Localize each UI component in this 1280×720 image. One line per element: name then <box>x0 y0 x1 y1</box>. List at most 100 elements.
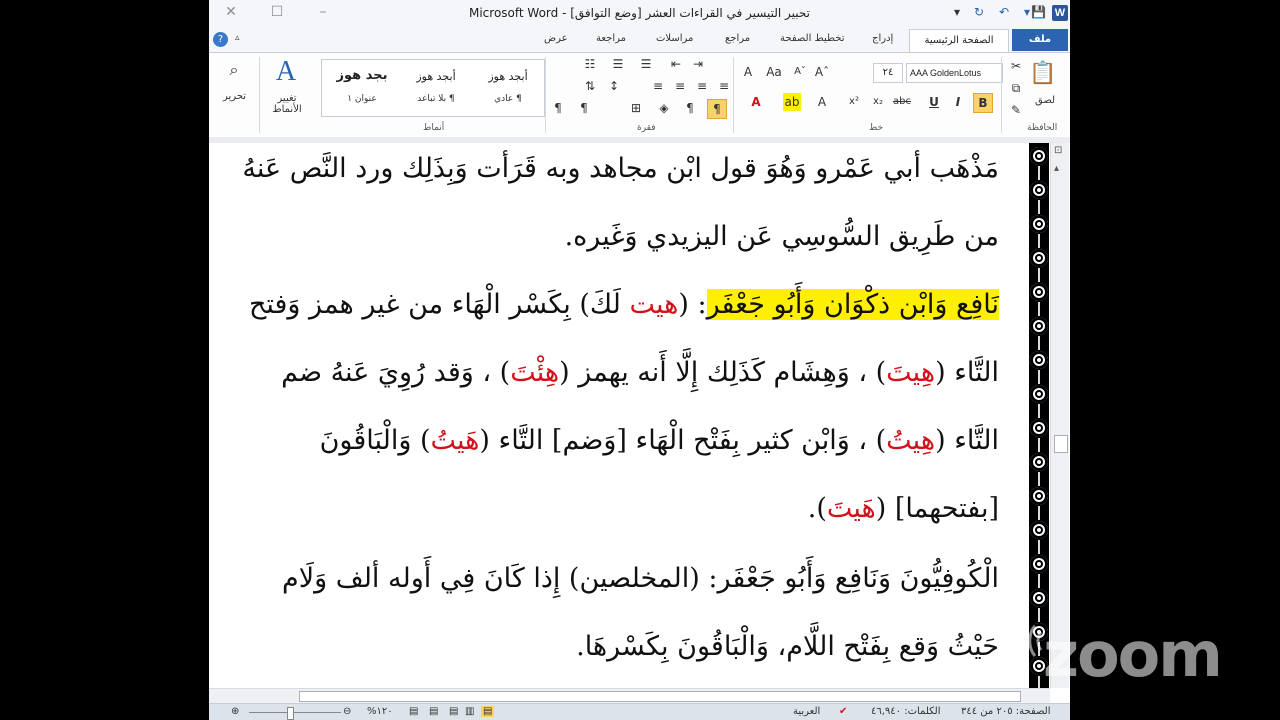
save-icon[interactable]: 💾 <box>1031 5 1046 19</box>
document-line[interactable]: التَّاء (هِيتَ) ، وَهِشَام كَذَلِك إِلَّ… <box>281 357 999 388</box>
page-number[interactable]: الصفحة: ٢٠٥ من ٣٤٤ <box>961 706 1051 717</box>
print-layout-icon[interactable]: ▤ <box>481 706 495 717</box>
zoom-slider[interactable] <box>249 712 341 713</box>
bold-icon[interactable]: B <box>973 93 993 113</box>
format-painter-icon[interactable]: ✎ <box>1007 101 1025 119</box>
document-line[interactable]: من طَرِيق السُّوسِي عَن اليزيدي وَغَيره. <box>565 221 999 252</box>
outline-view-icon[interactable]: ▤ <box>429 706 438 717</box>
shading-icon[interactable]: ◈ <box>655 99 673 117</box>
quran-word: هِئْتَ <box>510 357 560 388</box>
minimize-ribbon-icon[interactable]: ▵ <box>235 33 240 43</box>
style-no-spacing[interactable]: أبجد هوز ¶ بلا تباعد <box>400 60 472 116</box>
zoom-slider-handle[interactable] <box>287 707 294 720</box>
style-heading-1[interactable]: بجد هوز عنوان ١ <box>326 60 398 116</box>
zoom-level[interactable]: ١٢٠% <box>367 706 393 717</box>
word-count[interactable]: الكلمات: ٤٦,٩٤٠ <box>871 706 941 717</box>
document-line[interactable]: مَذْهَب أبي عَمْرو وَهُوَ قول ابْن مجاهد… <box>242 153 999 184</box>
undo-icon[interactable]: ↶ <box>999 5 1009 19</box>
tab-review[interactable]: مراجعة <box>596 33 626 44</box>
tab-mailings[interactable]: مراسلات <box>656 33 693 44</box>
highlight-icon[interactable]: ab <box>783 93 801 111</box>
tab-home[interactable]: الصفحة الرئيسية <box>909 29 1009 53</box>
find-binoculars-icon[interactable]: ⌕ <box>225 61 243 79</box>
sort-icon[interactable]: ⇅ <box>581 77 599 95</box>
align-right-icon[interactable]: ≡ <box>649 77 667 95</box>
document-line[interactable]: نَافِع وَابْن ذكْوَان وَأَبُو جَعْفَر: (… <box>249 289 999 320</box>
ltr-direction-icon[interactable]: ¶ <box>681 99 699 117</box>
ornament-stem <box>1038 268 1040 282</box>
paste-button[interactable]: لصق <box>1035 95 1055 106</box>
style-preview: بجد هوز <box>336 68 388 83</box>
document-line[interactable]: حَيْثُ وَقع بِفَتْح اللَّام، وَالْبَاقُو… <box>576 631 999 662</box>
undo-dropdown-icon[interactable]: ▾ <box>1024 5 1030 19</box>
italic-icon[interactable]: I <box>949 93 967 111</box>
rtl-paragraph-icon[interactable]: ¶ <box>707 99 727 119</box>
bullets-icon[interactable]: ☷ <box>581 55 599 73</box>
grow-font-icon[interactable]: Aˆ <box>813 63 831 81</box>
divider <box>733 57 734 133</box>
change-styles-icon[interactable]: A <box>269 57 303 87</box>
subscript-icon[interactable]: x₂ <box>869 93 887 111</box>
editing-button[interactable]: تحرير <box>223 91 246 102</box>
strikethrough-icon[interactable]: abc <box>893 93 911 111</box>
tab-references[interactable]: مراجع <box>725 33 750 44</box>
clear-format-icon[interactable]: A <box>813 93 831 111</box>
multilevel-list-icon[interactable]: ☰ <box>637 55 655 73</box>
underline-icon[interactable]: U <box>925 93 943 111</box>
style-normal[interactable]: أبجد هوز ¶ عادي <box>472 60 544 116</box>
change-case-icon[interactable]: Aa <box>765 63 783 81</box>
redo-icon[interactable]: ↻ <box>974 5 984 19</box>
vertical-scrollbar[interactable]: ⊡ ▴ <box>1050 143 1069 688</box>
language-indicator[interactable]: العربية <box>793 706 820 717</box>
horizontal-scroll-thumb[interactable] <box>299 691 1021 702</box>
increase-indent-icon[interactable]: ⇥ <box>689 55 707 73</box>
ornament-stem <box>1038 370 1040 384</box>
tab-view[interactable]: عرض <box>544 33 568 44</box>
align-left-icon[interactable]: ≡ <box>693 77 711 95</box>
reading-view-icon[interactable]: ▥ <box>465 706 474 717</box>
change-styles-button[interactable]: تغيير الأنماط <box>267 93 307 115</box>
tab-file[interactable]: ملف <box>1012 29 1068 51</box>
justify-icon[interactable]: ≡ <box>715 77 733 95</box>
shrink-font-icon[interactable]: Aˇ <box>791 63 809 81</box>
copy-icon[interactable]: ⧉ <box>1007 79 1025 97</box>
ornament-stem <box>1038 438 1040 452</box>
document-text[interactable]: مَذْهَب أبي عَمْرو وَهُوَ قول ابْن مجاهد… <box>209 143 999 688</box>
cut-icon[interactable]: ✂ <box>1007 57 1025 75</box>
decrease-indent-icon[interactable]: ⇤ <box>667 55 685 73</box>
text-effects-icon[interactable]: A <box>739 63 757 81</box>
document-line[interactable]: الْكُوفِيُّونَ وَنَافِع وَأَبُو جَعْفَر:… <box>282 563 999 594</box>
superscript-icon[interactable]: x² <box>845 93 863 111</box>
style-name: ¶ عادي <box>494 94 522 104</box>
font-name-input[interactable]: AAA GoldenLotus <box>906 63 1003 83</box>
customize-qat-icon[interactable]: ▾ <box>954 5 960 19</box>
proofing-icon[interactable]: ✔ <box>839 706 847 717</box>
window-title: تحبير التيسير في القراءات العشر [وضع الت… <box>468 6 810 20</box>
ruler-toggle-icon[interactable]: ⊡ <box>1054 145 1062 156</box>
font-group-label: خط <box>869 123 884 133</box>
scroll-thumb[interactable] <box>1054 435 1068 453</box>
tab-insert[interactable]: إدراج <box>872 33 893 44</box>
line-spacing-icon[interactable]: ↕ <box>605 77 623 95</box>
draft-view-icon[interactable]: ▤ <box>409 706 418 717</box>
paste-icon[interactable]: 📋 <box>1029 59 1057 89</box>
zoom-out-icon[interactable]: ⊖ <box>343 706 351 717</box>
document-page[interactable]: مَذْهَب أبي عَمْرو وَهُوَ قول ابْن مجاهد… <box>209 143 1024 688</box>
help-icon[interactable]: ? <box>213 32 228 47</box>
numbering-icon[interactable]: ☰ <box>609 55 627 73</box>
tab-page-layout[interactable]: تخطيط الصفحة <box>780 33 845 44</box>
rtl-direction-icon[interactable]: ¶ <box>575 99 593 117</box>
horizontal-scrollbar[interactable] <box>209 688 1050 703</box>
borders-icon[interactable]: ⊞ <box>627 99 645 117</box>
font-color-icon[interactable]: A <box>747 93 765 111</box>
document-line[interactable]: التَّاء (هِيتُ) ، وَابْن كثير بِفَتْح ال… <box>320 425 999 456</box>
document-line[interactable]: [بفتحهما] (هَيتَ). <box>808 493 999 524</box>
web-layout-icon[interactable]: ▤ <box>449 706 458 717</box>
font-size-input[interactable]: ٢٤ <box>873 63 903 83</box>
text-run: مَذْهَب أبي عَمْرو وَهُوَ قول ابْن مجاهد… <box>242 153 999 184</box>
zoom-in-icon[interactable]: ⊕ <box>231 706 239 717</box>
scroll-up-icon[interactable]: ▴ <box>1054 163 1059 174</box>
show-marks-icon[interactable]: ¶ <box>549 99 567 117</box>
text-run: التَّاء ( <box>935 425 999 456</box>
align-center-icon[interactable]: ≡ <box>671 77 689 95</box>
